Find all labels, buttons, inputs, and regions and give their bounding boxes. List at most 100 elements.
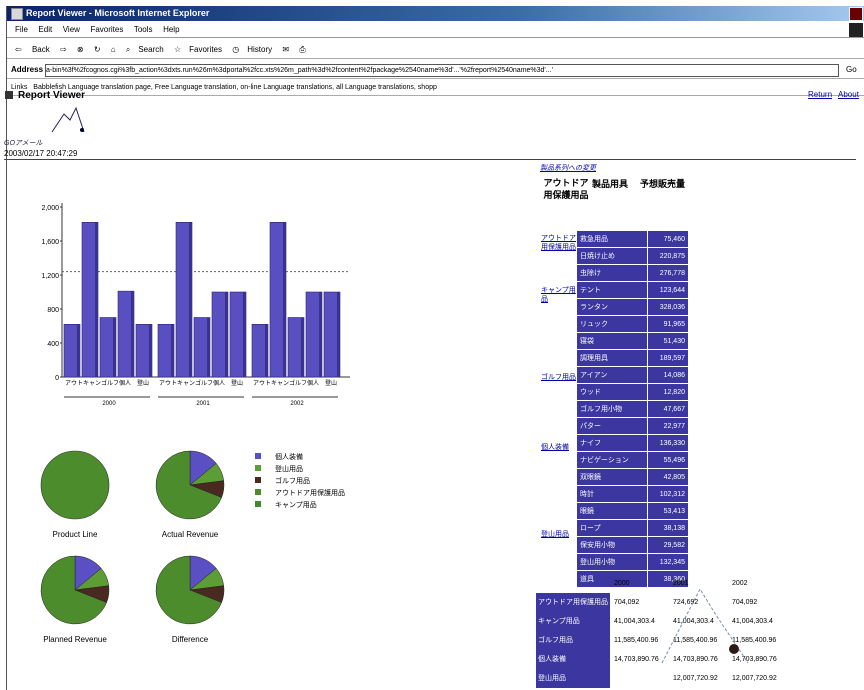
address-input[interactable]: a-bin%3f%2fcognos.cgi%3fb_action%3dxts.r…: [45, 64, 839, 77]
report-group-label[interactable]: 登山用品: [541, 530, 577, 539]
pie-legend: 個人装備 登山用品 ゴルフ用品 アウトドア用保護用品 キャンプ用品: [255, 452, 345, 512]
refresh-icon[interactable]: ↻: [94, 42, 101, 58]
menu-favorites[interactable]: Favorites: [90, 23, 123, 37]
crosstab-row-header: キャンプ用品: [536, 612, 610, 631]
forecast-cell: 189,597: [646, 349, 690, 367]
report-header-forecast: 予想販売量: [640, 179, 686, 189]
address-bar: Address a-bin%3f%2fcognos.cgi%3fb_action…: [7, 62, 864, 79]
table-row: パター 22,977: [576, 417, 690, 435]
favorites-button[interactable]: ☆ Favorites: [174, 42, 222, 58]
report-viewer-title: Report Viewer: [5, 90, 85, 101]
crosstab-row-header: 個人装備: [536, 650, 610, 669]
product-type-cell: 日焼け止め: [576, 247, 648, 265]
product-type-cell: リュック: [576, 315, 648, 333]
legend-item: 登山用品: [255, 464, 345, 476]
table-row: ランタン 328,036: [576, 298, 690, 316]
forecast-cell: 102,312: [646, 485, 690, 503]
legend-swatch: [255, 489, 261, 495]
forecast-cell: 42,805: [646, 468, 690, 486]
bar-side: [207, 317, 210, 377]
table-row: 調理用具 189,597: [576, 349, 690, 367]
legend-item: キャンプ用品: [255, 500, 345, 512]
product-type-cell: パター: [576, 417, 648, 435]
table-row: 眼鏡 53,413: [576, 502, 690, 520]
search-label: Search: [138, 45, 164, 54]
return-link[interactable]: Return: [808, 90, 832, 99]
product-type-cell: 保安用小物: [576, 536, 648, 554]
product-type-cell: ナビゲーション: [576, 451, 648, 469]
y-tick-label: 800: [47, 307, 59, 314]
bar-side: [243, 292, 246, 377]
table-row: ゴルフ用小物 47,667: [576, 400, 690, 418]
forecast-cell: 47,667: [646, 400, 690, 418]
report-group-label[interactable]: ゴルフ用品: [541, 373, 577, 382]
table-row: 救急用品 75,460: [576, 230, 690, 248]
menu-help[interactable]: Help: [163, 23, 179, 37]
product-type-cell: アイアン: [576, 366, 648, 384]
crosstab-row-header: アウトドア用保護用品: [536, 593, 610, 612]
table-row: 虫除け 276,778: [576, 264, 690, 282]
x-tick-label: ゴルフ: [101, 379, 119, 387]
report-group-label[interactable]: 個人装備: [541, 443, 577, 452]
forecast-cell: 132,345: [646, 553, 690, 571]
company-logo: [51, 106, 85, 133]
x-tick-label: ゴルフ: [289, 379, 307, 387]
x-tick-label: 登山: [137, 379, 149, 387]
x-tick-label: 個人: [119, 379, 131, 387]
report-group-label[interactable]: アウトドア用保護用品: [541, 234, 577, 252]
product-type-cell: ロープ: [576, 519, 648, 537]
legend-item: 個人装備: [255, 452, 345, 464]
product-type-cell: 双眼鏡: [576, 468, 648, 486]
links-item[interactable]: Babblefish Language translation page, Fr…: [33, 84, 437, 91]
product-type-cell: ナイフ: [576, 434, 648, 452]
print-icon[interactable]: ⎙: [299, 42, 305, 58]
crosstab-corner: [536, 574, 610, 593]
x-tick-label: 個人: [213, 379, 225, 387]
pie-label: Product Line: [52, 530, 98, 539]
x-tick-label: アウト: [253, 379, 271, 387]
forecast-cell: 14,086: [646, 366, 690, 384]
forecast-cell: 12,820: [646, 383, 690, 401]
bar-side: [171, 324, 174, 377]
logo-watermark: [661, 587, 749, 664]
close-button[interactable]: [849, 7, 863, 21]
report-group-label[interactable]: キャンプ用品: [541, 286, 577, 304]
legend-item: アウトドア用保護用品: [255, 488, 345, 500]
report-header-product-line: アウトドア用保護用品: [543, 178, 589, 200]
group-label: 2000: [102, 401, 116, 407]
back-button[interactable]: ⇦ Back: [15, 42, 50, 58]
menu-file[interactable]: File: [15, 23, 28, 37]
throbber-icon: [849, 23, 863, 37]
table-row: アイアン 14,086: [576, 366, 690, 384]
about-link[interactable]: About: [838, 90, 859, 99]
table-row: テント 123,644: [576, 281, 690, 299]
table-row: ウッド 12,820: [576, 383, 690, 401]
menu-edit[interactable]: Edit: [38, 23, 52, 37]
x-tick-label: アウト: [159, 379, 177, 387]
mail-icon[interactable]: ✉: [282, 42, 289, 58]
x-tick-label: キャン: [271, 381, 289, 387]
x-tick-label: キャン: [177, 381, 195, 387]
menu-view[interactable]: View: [63, 23, 80, 37]
legend-swatch: [255, 465, 261, 471]
table-row: 日焼け止め 220,875: [576, 247, 690, 265]
stop-icon[interactable]: ⊗: [77, 42, 84, 58]
home-icon[interactable]: ⌂: [111, 42, 116, 58]
forecast-cell: 276,778: [646, 264, 690, 282]
forecast-cell: 51,430: [646, 332, 690, 350]
history-button[interactable]: ◷ History: [232, 42, 272, 58]
go-button[interactable]: Go: [846, 62, 857, 78]
product-type-cell: ランタン: [576, 298, 648, 316]
legend-label: アウトドア用保護用品: [275, 490, 345, 497]
forward-button[interactable]: ⇨: [60, 42, 67, 58]
bar-side: [113, 317, 116, 377]
x-tick-label: 登山: [325, 379, 337, 387]
forecast-cell: 22,977: [646, 417, 690, 435]
y-tick-label: 1,200: [41, 273, 59, 280]
table-row: ナイフ 136,330: [576, 434, 690, 452]
window-title: Report Viewer - Microsoft Internet Explo…: [26, 8, 210, 18]
search-button[interactable]: ⌕ Search: [126, 42, 164, 58]
report-table-title: 製品系列への変更: [540, 165, 596, 172]
forecast-cell: 55,496: [646, 451, 690, 469]
menu-tools[interactable]: Tools: [134, 23, 153, 37]
